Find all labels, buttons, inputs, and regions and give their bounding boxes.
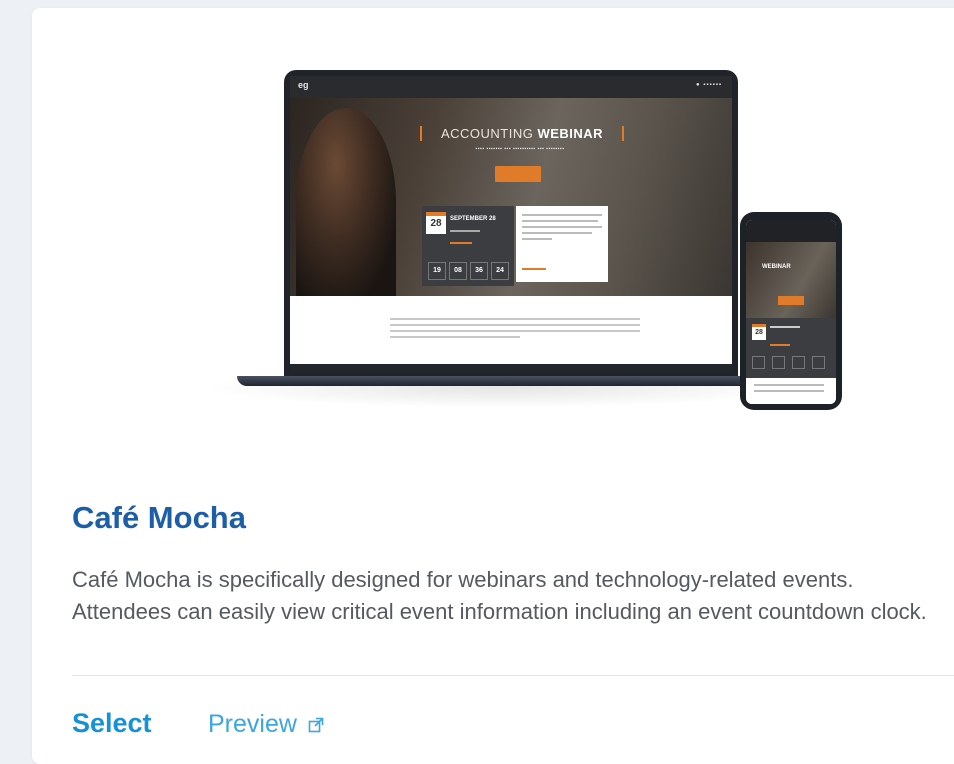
mock-phone-title: WEBINAR bbox=[762, 264, 791, 270]
mock-event-month: SEPTEMBER 28 bbox=[450, 216, 496, 222]
mock-hero-title: ACCOUNTING WEBINAR bbox=[420, 126, 624, 141]
mock-hero: ACCOUNTING WEBINAR ▪▪▪▪ ▪▪▪▪▪▪▪ ▪▪▪ ▪▪▪▪… bbox=[290, 98, 732, 296]
template-preview-image: eg ● ▪▪▪▪▪▪ ACCOUNTING WEBINAR ▪▪▪▪ ▪▪▪▪… bbox=[32, 8, 954, 438]
mock-countdown-hours: 08 bbox=[449, 262, 467, 280]
mock-phone-content bbox=[746, 378, 836, 404]
mock-navbar: eg ● ▪▪▪▪▪▪ bbox=[290, 76, 732, 98]
select-button[interactable]: Select bbox=[72, 708, 152, 739]
mock-event-box: 28 SEPTEMBER 28 19 08 36 24 bbox=[422, 206, 514, 286]
mock-phone-event-box: 28 bbox=[746, 318, 836, 378]
mock-countdown-seconds: 24 bbox=[491, 262, 509, 280]
mock-register-button bbox=[495, 166, 541, 182]
mock-nav-links: ● ▪▪▪▪▪▪ bbox=[695, 82, 722, 88]
mock-phone-button bbox=[778, 296, 804, 305]
preview-link[interactable]: Preview bbox=[208, 710, 324, 739]
mock-phone-hero: WEBINAR bbox=[746, 242, 836, 318]
mock-content-section bbox=[290, 296, 732, 372]
card-divider bbox=[72, 675, 954, 676]
mock-logo: eg bbox=[298, 80, 309, 90]
mock-countdown-days: 19 bbox=[428, 262, 446, 280]
template-title: Café Mocha bbox=[72, 500, 246, 535]
template-card: eg ● ▪▪▪▪▪▪ ACCOUNTING WEBINAR ▪▪▪▪ ▪▪▪▪… bbox=[32, 8, 954, 764]
preview-label: Preview bbox=[208, 710, 297, 738]
mock-info-box bbox=[516, 206, 608, 282]
external-link-icon bbox=[308, 718, 324, 733]
mock-hero-person bbox=[296, 108, 396, 296]
mock-phone-date: 28 bbox=[752, 324, 766, 340]
mock-countdown-minutes: 36 bbox=[470, 262, 488, 280]
mock-date-badge: 28 bbox=[426, 212, 446, 234]
laptop-base bbox=[237, 376, 797, 386]
mock-footer-strip bbox=[290, 364, 732, 372]
laptop-screen: eg ● ▪▪▪▪▪▪ ACCOUNTING WEBINAR ▪▪▪▪ ▪▪▪▪… bbox=[290, 76, 732, 372]
mock-hero-subtitle: ▪▪▪▪ ▪▪▪▪▪▪▪ ▪▪▪ ▪▪▪▪▪▪▪▪▪▪ ▪▪▪ ▪▪▪▪▪▪▪▪ bbox=[475, 146, 565, 152]
template-description: Café Mocha is specifically designed for … bbox=[72, 567, 927, 624]
phone-screen: WEBINAR 28 bbox=[746, 220, 836, 404]
mock-phone-navbar bbox=[746, 220, 836, 242]
